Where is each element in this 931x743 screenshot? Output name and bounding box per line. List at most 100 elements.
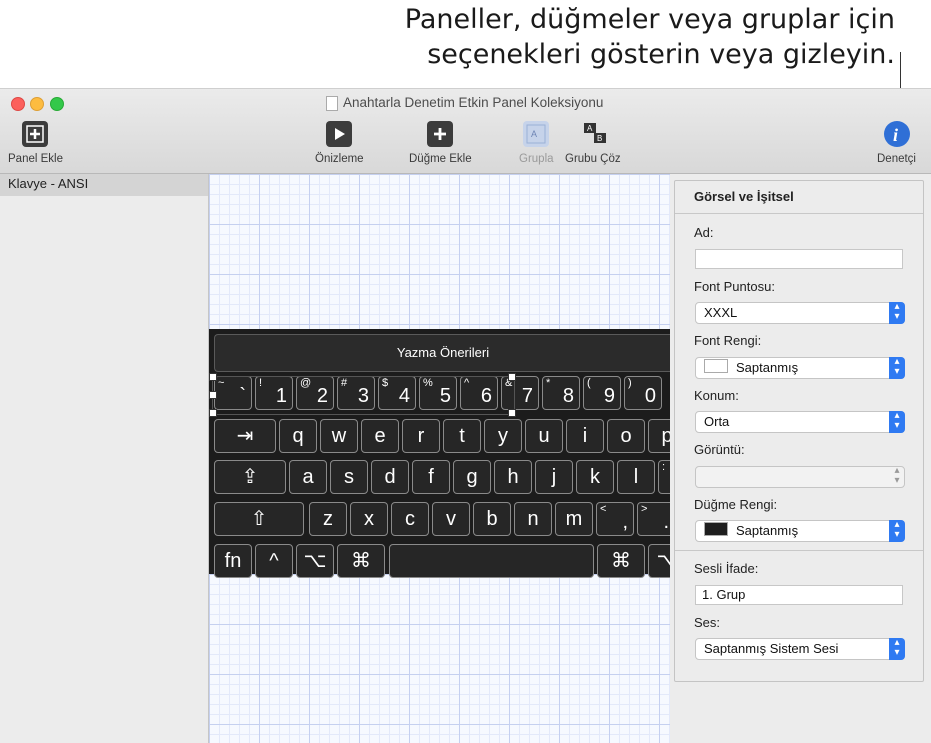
keyboard-key[interactable]: ^ <box>255 544 293 578</box>
keyboard-key[interactable]: ⌘ <box>337 544 385 578</box>
keyboard-key[interactable]: y <box>484 419 522 453</box>
keyboard-key[interactable]: fn <box>214 544 252 578</box>
button-color-swatch <box>704 522 728 536</box>
key-label: . <box>663 511 669 533</box>
keyboard-key[interactable]: j <box>535 460 573 494</box>
keyboard-key[interactable]: k <box>576 460 614 494</box>
resize-handle[interactable] <box>508 409 516 417</box>
key-secondary-label: < <box>600 503 607 515</box>
add-panel-button[interactable]: Panel Ekle <box>8 121 63 165</box>
group-label: Grupla <box>519 153 554 165</box>
keyboard-key[interactable]: o <box>607 419 645 453</box>
keyboard-key[interactable]: ⇥ <box>214 419 276 453</box>
preview-label: Önizleme <box>315 153 364 165</box>
keyboard-key[interactable]: h <box>494 460 532 494</box>
keyboard-key[interactable]: ⇪ <box>214 460 286 494</box>
key-label: v <box>446 508 456 530</box>
keyboard-key[interactable]: ⌘ <box>597 544 645 578</box>
key-label: p <box>661 425 670 447</box>
keyboard-key[interactable]: u <box>525 419 563 453</box>
inspector-panel: Görsel ve İşitsel Ad: Font Puntosu: XXXL… <box>674 180 924 682</box>
key-secondary-label: : <box>662 461 666 473</box>
zoom-button[interactable] <box>50 97 64 111</box>
ungroup-button[interactable]: AB Grubu Çöz <box>565 121 621 165</box>
select-arrows-icon: ▴ ▾ <box>889 520 905 542</box>
keyboard-key[interactable]: a <box>289 460 327 494</box>
add-button-button[interactable]: Düğme Ekle <box>409 121 472 165</box>
keyboard-key[interactable]: ⇧ <box>214 502 304 536</box>
keyboard-key[interactable]: p <box>648 419 670 453</box>
keyboard-key[interactable]: c <box>391 502 429 536</box>
position-label: Konum: <box>694 388 739 403</box>
close-button[interactable] <box>11 97 25 111</box>
keyboard-key[interactable]: s <box>330 460 368 494</box>
inspector-title: Görsel ve İşitsel <box>675 181 923 214</box>
button-color-select[interactable]: Saptanmış ▴ ▾ <box>695 520 905 542</box>
resize-handle[interactable] <box>508 373 516 381</box>
keyboard-key[interactable]: l <box>617 460 655 494</box>
keyboard-key[interactable]: n <box>514 502 552 536</box>
keyboard-key[interactable]: (9 <box>583 376 621 410</box>
key-label: d <box>384 466 396 488</box>
key-label: l <box>633 466 639 488</box>
prediction-bar[interactable]: Yazma Önerileri <box>214 334 670 372</box>
resize-handle[interactable] <box>209 373 217 381</box>
key-secondary-label: * <box>546 377 551 389</box>
font-color-select[interactable]: Saptanmış ▴ ▾ <box>695 357 905 379</box>
keyboard-key[interactable]: e <box>361 419 399 453</box>
button-color-value: Saptanmış <box>736 523 799 538</box>
position-select[interactable]: Orta ▴ ▾ <box>695 411 905 433</box>
keyboard-key[interactable] <box>389 544 594 578</box>
group-icon: A <box>523 121 550 147</box>
key-label: q <box>292 425 304 447</box>
sidebar-item-keyboard-ansi[interactable]: Klavye - ANSI <box>0 174 208 196</box>
keyboard-key[interactable]: x <box>350 502 388 536</box>
panel-canvas[interactable]: Yazma Önerileri ~ `! 1 @2 #3 $4% 5 ^ 6 & 7 * 8(9) 0 ⇥ q… <box>209 174 670 743</box>
keyboard-key[interactable]: :; <box>658 460 670 494</box>
sound-select[interactable]: Saptanmış Sistem Sesi ▴ ▾ <box>695 638 905 660</box>
name-field[interactable] <box>695 249 903 269</box>
key-secondary-label: > <box>641 503 648 515</box>
select-arrows-icon: ▴ ▾ <box>894 465 900 486</box>
keyboard-key[interactable]: >. <box>637 502 670 536</box>
key-label: t <box>459 425 465 447</box>
keyboard-key[interactable]: ) 0 <box>624 376 662 410</box>
key-label: x <box>364 508 374 530</box>
speech-field[interactable]: 1. Grup <box>695 585 903 605</box>
group-button[interactable]: A Grupla <box>519 121 554 165</box>
keyboard-key[interactable]: w <box>320 419 358 453</box>
key-label: g <box>466 466 478 488</box>
keyboard-key[interactable]: ⌥ <box>296 544 334 578</box>
keyboard-key[interactable]: <, <box>596 502 634 536</box>
keyboard-key[interactable]: ⌥ <box>648 544 670 578</box>
preview-button[interactable]: Önizleme <box>315 121 364 165</box>
key-label: b <box>486 508 498 530</box>
selection-frame <box>212 376 515 415</box>
image-select[interactable]: ▴ ▾ <box>695 466 905 488</box>
keyboard-key[interactable]: z <box>309 502 347 536</box>
keyboard-key[interactable]: i <box>566 419 604 453</box>
key-label: e <box>374 425 386 447</box>
keyboard-key[interactable]: v <box>432 502 470 536</box>
font-size-select[interactable]: XXXL ▴ ▾ <box>695 302 905 324</box>
keyboard-key[interactable]: f <box>412 460 450 494</box>
keyboard-key[interactable]: t <box>443 419 481 453</box>
keyboard-key[interactable]: r <box>402 419 440 453</box>
key-label: n <box>527 508 539 530</box>
minimize-button[interactable] <box>30 97 44 111</box>
resize-handle[interactable] <box>209 391 217 399</box>
keyboard-key[interactable]: g <box>453 460 491 494</box>
keyboard-key[interactable]: d <box>371 460 409 494</box>
key-label: u <box>538 425 550 447</box>
key-label: h <box>507 466 519 488</box>
keyboard-key[interactable]: * 8 <box>542 376 580 410</box>
font-size-value: XXXL <box>704 305 738 320</box>
resize-handle[interactable] <box>209 409 217 417</box>
inspector-button[interactable]: i Denetçi <box>877 121 916 165</box>
key-label: a <box>302 466 314 488</box>
keyboard-key[interactable]: b <box>473 502 511 536</box>
sound-label: Ses: <box>694 615 721 630</box>
keyboard-key[interactable]: m <box>555 502 593 536</box>
add-panel-icon <box>22 121 49 147</box>
keyboard-key[interactable]: q <box>279 419 317 453</box>
